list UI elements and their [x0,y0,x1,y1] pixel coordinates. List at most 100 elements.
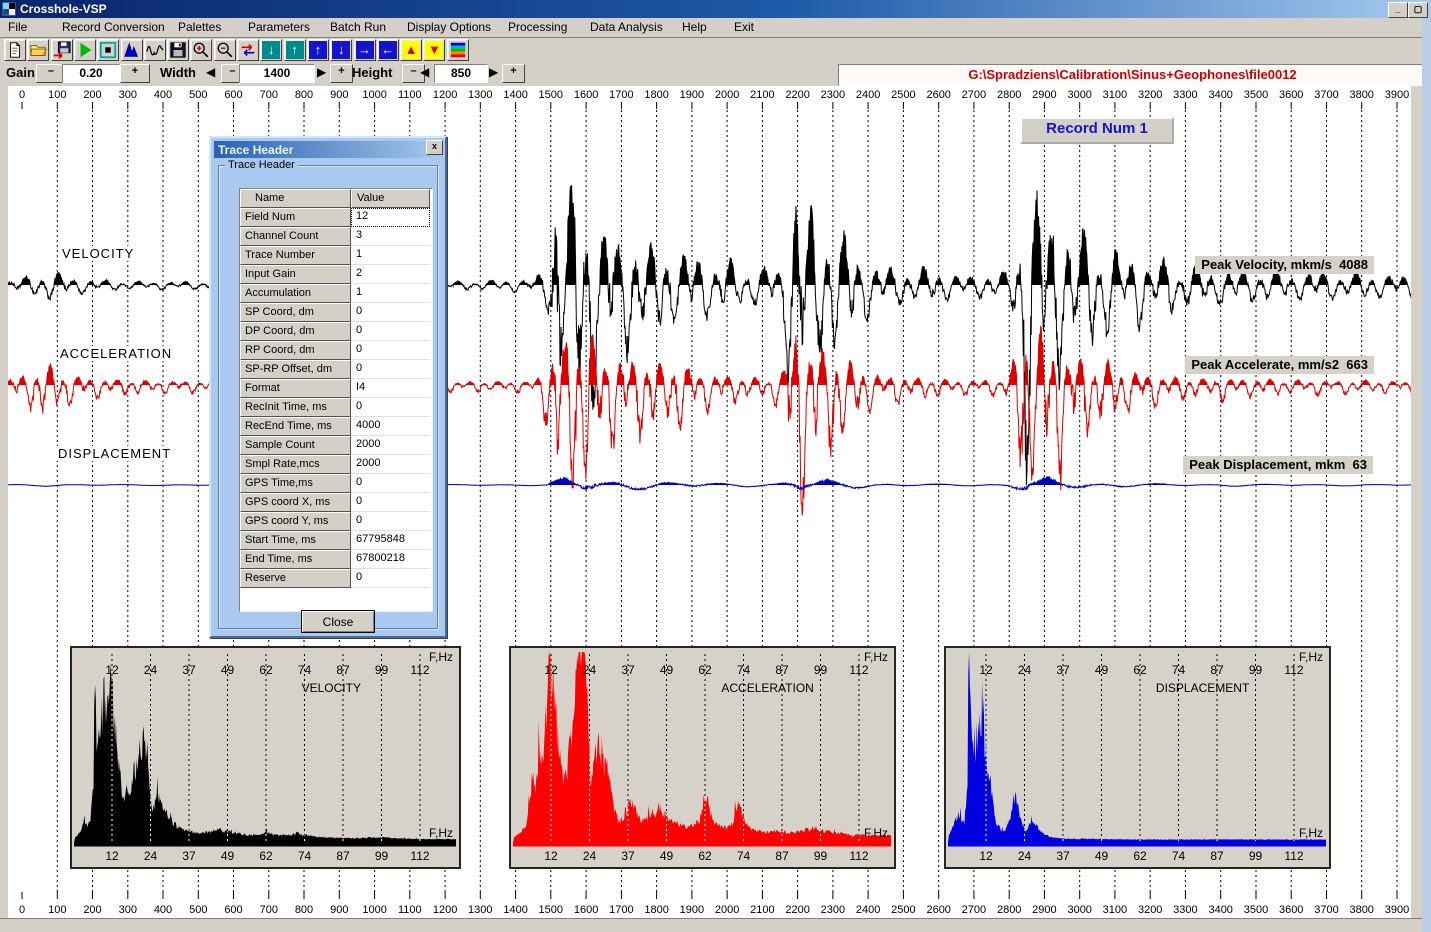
menu-item-processing[interactable]: Processing [508,20,567,34]
zoom-in-button[interactable] [190,39,212,61]
spectrum-bottom-tick-label: 74 [298,849,312,863]
spectrum-top-tick-label: 62 [1133,663,1147,677]
palette-button[interactable] [447,39,469,61]
gain-down-button[interactable]: ▼ [423,39,445,61]
field-value-cell[interactable]: 0 [351,493,430,512]
field-value-cell[interactable]: 0 [351,569,430,588]
field-value-cell[interactable]: 12 [351,208,430,227]
freq-axis-label-top: F,Hz [429,650,453,664]
column-header-name: Name [240,189,351,208]
freq-axis-label-bottom: F,Hz [1299,826,1323,840]
menu-item-display-options[interactable]: Display Options [407,20,491,34]
new-document-button[interactable] [4,39,26,61]
menu-item-exit[interactable]: Exit [734,20,754,34]
up-blue-button[interactable]: ↑ [307,39,329,61]
field-value-cell[interactable]: 0 [351,512,430,531]
field-value-cell[interactable]: 0 [351,474,430,493]
spectrum-bottom-tick-label: 49 [1095,849,1109,863]
width-right-arrow-icon[interactable]: ▶ [317,65,326,79]
width-plus-button[interactable]: + [330,64,353,83]
menu-item-palettes[interactable]: Palettes [178,20,221,34]
field-value-cell[interactable]: 1 [351,246,430,265]
minimize-button[interactable]: _ [1388,2,1408,18]
height-left-arrow-icon[interactable]: ◀ [420,65,429,79]
up-teal-button[interactable]: ↑ [284,39,306,61]
left-blue-button[interactable]: ← [377,39,399,61]
field-value-cell[interactable]: 4000 [351,417,430,436]
field-name-cell: Channel Count [240,227,351,246]
waveform-button[interactable] [144,39,166,61]
top-ruler-label: 1200 [433,89,457,101]
menu-item-file[interactable]: File [8,20,27,34]
stop-button[interactable] [97,39,119,61]
bottom-ruler-label: 3400 [1208,904,1232,916]
field-value-cell[interactable]: 0 [351,303,430,322]
dialog-close-x-icon[interactable]: x [426,140,443,155]
field-value-cell[interactable]: 67800218 [351,550,430,569]
bottom-ruler-label: 1000 [362,904,386,916]
menu-item-batch-run[interactable]: Batch Run [330,20,386,34]
peak-accelerate-label: Peak Accelerate, mm/s2 663 [1185,356,1374,374]
acceleration-spectrum-svg: 12122424373749496262747487879999112112F,… [511,648,894,867]
menu-item-help[interactable]: Help [682,20,707,34]
right-blue-button[interactable]: → [354,39,376,61]
field-value-cell[interactable]: 0 [351,398,430,417]
top-ruler-label: 400 [154,89,172,101]
height-value-field[interactable]: 850 [434,64,488,83]
stop-icon [99,41,117,59]
width-value-field[interactable]: 1400 [239,64,315,83]
menu-item-record-conversion[interactable]: Record Conversion [62,20,165,34]
height-right-arrow-icon[interactable]: ▶ [489,65,498,79]
top-ruler-label: 600 [224,89,242,101]
spectrum-bottom-tick-label: 99 [375,849,389,863]
maximize-button[interactable]: ▢ [1408,2,1428,18]
swap-traces-button[interactable] [237,39,259,61]
width-left-arrow-icon[interactable]: ◀ [206,65,215,79]
spectrum-top-tick-label: 24 [1018,663,1032,677]
bottom-ruler-label: 2200 [785,904,809,916]
height-plus-button[interactable]: + [502,64,525,83]
save-button[interactable] [167,39,189,61]
menu-item-data-analysis[interactable]: Data Analysis [590,20,663,34]
right-scroll-strip[interactable] [1411,86,1422,932]
gain-value-field[interactable]: 0.20 [62,64,120,83]
height-label: Height [352,65,392,80]
field-value-cell[interactable]: 1 [351,284,430,303]
field-value-cell[interactable]: 3 [351,227,430,246]
bottom-ruler-label: 3900 [1385,904,1409,916]
bottom-ruler-label: 400 [154,904,172,916]
field-value-cell[interactable]: 0 [351,341,430,360]
field-value-cell[interactable]: 2000 [351,436,430,455]
save-as-button[interactable] [51,39,73,61]
table-row: SP-RP Offset, dm0 [240,360,432,379]
spectrum-button[interactable] [121,39,143,61]
velocity-spectrum-panel: 12122424373749496262747487879999112112F,… [70,646,461,869]
dialog-title-bar[interactable]: Trace Header [214,141,442,158]
top-ruler-label: 3000 [1067,89,1091,101]
bottom-ruler-label: 3300 [1173,904,1197,916]
spectrum-top-tick-label: 99 [375,663,389,677]
play-button[interactable] [74,39,96,61]
open-file-icon [29,41,47,59]
field-value-cell[interactable]: 0 [351,360,430,379]
field-value-cell[interactable]: 67795848 [351,531,430,550]
top-ruler-label: 3100 [1103,89,1127,101]
field-value-cell[interactable]: I4 [351,379,430,398]
zoom-out-button[interactable] [214,39,236,61]
field-value-cell[interactable]: 0 [351,322,430,341]
menu-item-parameters[interactable]: Parameters [248,20,310,34]
peak-velocity-value: 4088 [1339,257,1368,272]
field-name-cell: Format [240,379,351,398]
open-file-button[interactable] [27,39,49,61]
dialog-close-button[interactable]: Close [301,610,375,633]
gain-plus-button[interactable]: + [120,64,150,83]
down-teal-button[interactable]: ↓ [260,39,282,61]
trace-header-table: NameValueField Num12Channel Count3Trace … [239,188,433,612]
field-value-cell[interactable]: 2 [351,265,430,284]
down-blue-button[interactable]: ↓ [330,39,352,61]
field-name-cell: Accumulation [240,284,351,303]
spectrum-top-tick-label: 12 [979,663,993,677]
gain-up-button[interactable]: ▲ [400,39,422,61]
field-value-cell[interactable]: 2000 [351,455,430,474]
up-blue-icon: ↑ [309,41,327,59]
